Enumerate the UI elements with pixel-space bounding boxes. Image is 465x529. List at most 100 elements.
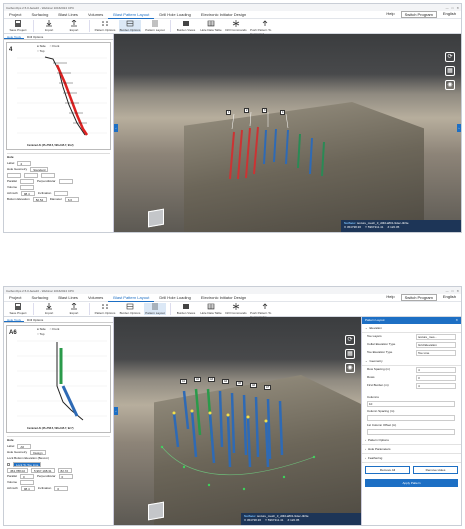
help-link[interactable]: Help: [384, 11, 396, 18]
menu-blast-pattern-layout[interactable]: Blast Pattern Layout: [108, 11, 155, 19]
row-spacing-input[interactable]: 4: [416, 367, 456, 373]
y-field[interactable]: [24, 172, 38, 178]
save-project-button[interactable]: Save Project: [7, 303, 29, 315]
label-field[interactable]: 4: [17, 160, 32, 166]
tab-drill-options[interactable]: Drill Options: [24, 317, 46, 322]
switch-program-button[interactable]: Switch Program: [400, 11, 437, 18]
collar-elevation-select[interactable]: Grid Elevation: [416, 342, 456, 348]
perpendicular-field[interactable]: [58, 178, 73, 184]
toe-elevation-select[interactable]: Toe Line: [416, 350, 456, 356]
menu-drill-hole-loading[interactable]: Drill Hole Loading: [154, 294, 196, 302]
label-field[interactable]: A6: [17, 443, 32, 449]
pattern-options-button[interactable]: Pattern Options: [94, 303, 116, 315]
volume-field[interactable]: [20, 479, 35, 485]
menu-blast-lines[interactable]: Blast Lines: [53, 294, 83, 302]
x-field[interactable]: 454,788.02: [7, 467, 29, 473]
z-field[interactable]: [41, 172, 55, 178]
tab-hole-tools[interactable]: Hole Tools: [4, 317, 24, 322]
feathering-section[interactable]: › Feathering: [362, 454, 461, 463]
menu-project[interactable]: Project: [4, 294, 26, 302]
hole-tag[interactable]: A5: [236, 381, 244, 386]
column-spacing-input[interactable]: [367, 415, 455, 421]
menu-drill-hole-loading[interactable]: Drill Hole Loading: [154, 11, 196, 19]
save-project-button[interactable]: Save Project: [7, 20, 29, 32]
close-icon[interactable]: ✕: [455, 318, 458, 323]
burden-views-button[interactable]: Burden Views: [175, 20, 197, 32]
hole-data-table-button[interactable]: Hole Data Table: [200, 303, 222, 315]
burden-options-button[interactable]: Burden Options: [119, 303, 141, 315]
grid-cube-icon[interactable]: ▦: [445, 66, 455, 76]
tab-drill-options[interactable]: Drill Options: [24, 34, 46, 39]
apply-pattern-button[interactable]: Apply Pattern: [365, 479, 458, 487]
export-button[interactable]: Export: [63, 20, 85, 32]
3d-viewport[interactable]: ‹ 1 2 3 4 ⟳ ▦ ◉ › Surface: texture_mesh_…: [114, 34, 461, 232]
toe-layers-select[interactable]: texture_mes...: [416, 334, 456, 340]
tab-hole-tools[interactable]: Hole Tools: [4, 34, 24, 39]
inclination-field[interactable]: [54, 190, 69, 196]
hole-parameters-section[interactable]: › Hole Parameters: [362, 445, 461, 454]
hole-tag[interactable]: 1: [226, 110, 232, 115]
z-field[interactable]: 82.72: [57, 467, 72, 473]
first-burden-input[interactable]: 4: [416, 383, 456, 389]
menu-surfacing[interactable]: Surfacing: [26, 294, 53, 302]
menu-volumes[interactable]: Volumes: [83, 11, 108, 19]
pattern-options-section[interactable]: › Pattern Options: [362, 436, 461, 445]
rows-input[interactable]: 3: [416, 375, 456, 381]
screenshot-icon[interactable]: ◉: [345, 363, 355, 373]
remove-all-button[interactable]: Remove All: [365, 466, 410, 474]
parallel-field[interactable]: [20, 178, 35, 184]
language-select[interactable]: English: [441, 294, 458, 301]
parallel-field[interactable]: 0: [20, 473, 35, 479]
inclination-field[interactable]: 0: [54, 485, 69, 491]
hole-tag[interactable]: 3: [262, 108, 268, 113]
drill-commands-button[interactable]: Drill Commands: [225, 20, 247, 32]
menu-surfacing[interactable]: Surfacing: [26, 11, 53, 19]
hole-tag[interactable]: A3: [208, 377, 216, 382]
elevation-section[interactable]: ⌄ Elevation: [362, 324, 461, 333]
window-controls[interactable]: — □ ✕: [446, 289, 459, 293]
pattern-options-button[interactable]: Pattern Options: [94, 20, 116, 32]
view-cube[interactable]: [148, 501, 164, 521]
azimuth-field[interactable]: 98.4: [20, 485, 35, 491]
columns-input[interactable]: 10: [367, 401, 455, 407]
lock-toe-button[interactable]: Lock To Toe Line: [13, 461, 42, 467]
geometry-section[interactable]: ⌄ Geometry: [362, 357, 461, 366]
menu-blast-lines[interactable]: Blast Lines: [53, 11, 83, 19]
switch-program-button[interactable]: Switch Program: [400, 294, 437, 301]
bottom-elevation-field[interactable]: 82.54: [32, 196, 47, 202]
geometry-select[interactable]: Standard: [30, 166, 49, 172]
column-offset-input[interactable]: [367, 429, 455, 435]
help-link[interactable]: Help: [384, 294, 396, 301]
hole-tag[interactable]: 4: [280, 110, 286, 115]
collapse-right-handle[interactable]: ›: [457, 124, 461, 132]
view-cube[interactable]: [148, 208, 164, 228]
diameter-field[interactable]: 6.0: [64, 196, 79, 202]
y-field[interactable]: 5,967,198.31: [31, 467, 55, 473]
camera-rotate-icon[interactable]: ⟳: [445, 52, 455, 62]
hole-data-table-button[interactable]: Hole Data Table: [200, 20, 222, 32]
menu-electronic-initiator[interactable]: Electronic Initiator Design: [196, 11, 251, 19]
hole-tag[interactable]: A7: [264, 385, 272, 390]
3d-viewport[interactable]: ‹ A1 A2 A3 A4 A5 A6 A7 ⟳ ▦ ◉ Surface: te…: [114, 317, 361, 525]
drill-commands-button[interactable]: Drill Commands: [225, 303, 247, 315]
lock-checkbox[interactable]: [7, 462, 10, 466]
hole-tag[interactable]: A1: [180, 379, 188, 384]
import-button[interactable]: Import: [38, 20, 60, 32]
x-field[interactable]: [7, 172, 21, 178]
remove-holes-button[interactable]: Remove Holes: [413, 466, 458, 474]
grid-cube-icon[interactable]: ▦: [345, 349, 355, 359]
language-select[interactable]: English: [441, 11, 458, 18]
export-button[interactable]: Export: [63, 303, 85, 315]
hole-tag[interactable]: A4: [222, 379, 230, 384]
burden-options-button[interactable]: Burden Options: [119, 20, 141, 32]
azimuth-field[interactable]: 98.4: [20, 190, 35, 196]
pattern-layout-button[interactable]: Pattern Layout: [144, 20, 166, 32]
hole-tag[interactable]: A2: [194, 377, 202, 382]
geometry-select[interactable]: Design: [30, 449, 46, 455]
hole-tag[interactable]: 2: [244, 108, 250, 113]
screenshot-icon[interactable]: ◉: [445, 80, 455, 90]
import-button[interactable]: Import: [38, 303, 60, 315]
menu-blast-pattern-layout[interactable]: Blast Pattern Layout: [108, 294, 155, 302]
window-controls[interactable]: — □ ✕: [446, 6, 459, 10]
pattern-layout-button[interactable]: Pattern Layout: [144, 303, 166, 315]
